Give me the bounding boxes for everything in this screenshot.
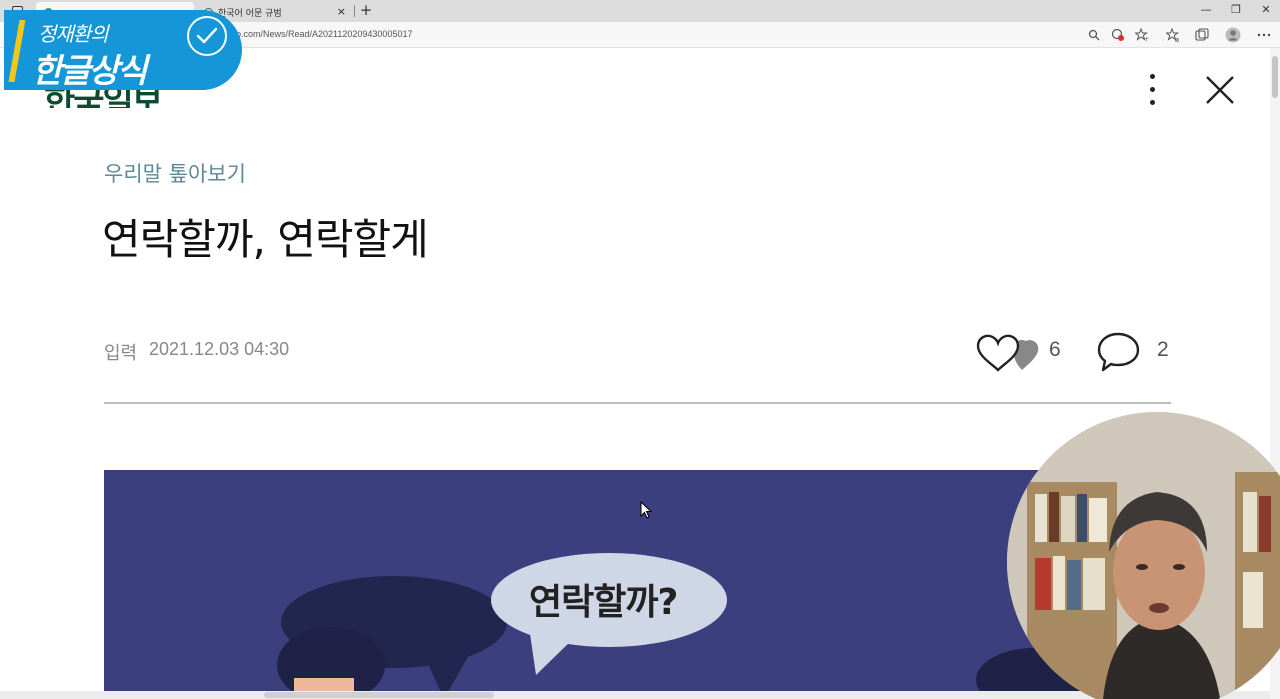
- zoom-icon[interactable]: [1086, 27, 1102, 43]
- collections-icon[interactable]: [1194, 27, 1210, 43]
- favorites-icon[interactable]: [1165, 27, 1181, 43]
- article-illustration: 연락할까?: [104, 470, 1104, 699]
- speech-bubble-text: 연락할까?: [529, 582, 678, 623]
- tab-separator: [354, 5, 355, 17]
- more-options-icon[interactable]: [1256, 27, 1272, 43]
- close-icon[interactable]: [1204, 74, 1236, 106]
- comment-bubble-icon[interactable]: [1096, 330, 1142, 374]
- more-menu-icon[interactable]: [1140, 72, 1164, 108]
- header-divider: [104, 402, 1171, 404]
- brand-overlay: 정재환의 한글상식: [4, 10, 242, 90]
- brand-title: 한글상식: [32, 51, 147, 90]
- svg-text:+: +: [1144, 36, 1149, 42]
- profile-avatar-icon[interactable]: [1225, 27, 1241, 43]
- tracking-prevention-icon[interactable]: [1110, 27, 1126, 43]
- tab-title: 한국어 어문 규범: [218, 8, 282, 19]
- add-favorite-icon[interactable]: +: [1134, 27, 1150, 43]
- webcam-video-overlay: [1007, 412, 1280, 699]
- publish-date: 2021.12.03 04:30: [149, 339, 290, 359]
- brand-name: 정재환의: [38, 22, 109, 46]
- close-tab-button[interactable]: ×: [337, 5, 346, 18]
- mouse-cursor-icon: [640, 500, 653, 523]
- horizontal-scrollbar-thumb[interactable]: [264, 692, 494, 698]
- brand-accent-bar: [8, 20, 26, 82]
- section-label[interactable]: 우리말 톺아보기: [104, 158, 246, 188]
- minimize-button[interactable]: —: [1196, 3, 1216, 16]
- checkmark-icon: [187, 16, 227, 56]
- url-field[interactable]: o.com/News/Read/A2021120209430005017: [236, 29, 412, 39]
- scrollbar-thumb[interactable]: [1272, 56, 1278, 98]
- like-count: 6: [1049, 338, 1061, 361]
- new-tab-button[interactable]: +: [358, 1, 374, 19]
- restore-button[interactable]: ❐: [1226, 3, 1246, 16]
- like-heart-icon[interactable]: [974, 330, 1042, 376]
- article-title: 연락할까, 연락할게: [102, 215, 429, 264]
- window-close-button[interactable]: ✕: [1256, 3, 1276, 16]
- date-label: 입력: [104, 343, 138, 364]
- comment-count: 2: [1157, 338, 1169, 361]
